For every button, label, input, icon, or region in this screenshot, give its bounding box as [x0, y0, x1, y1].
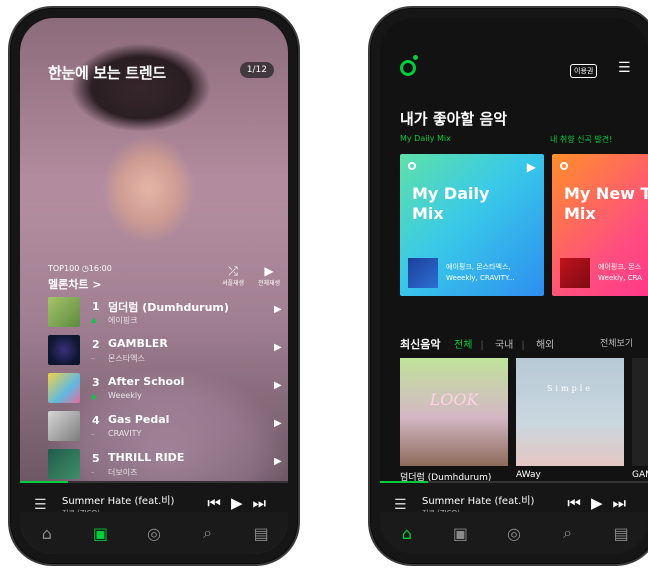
- podcast-icon[interactable]: ◎: [142, 524, 166, 543]
- playlist-icon[interactable]: ☰: [34, 497, 47, 513]
- album-cover[interactable]: LOOK: [400, 358, 508, 466]
- song-title: Gas Pedal: [108, 413, 170, 426]
- melon-logo-icon: [408, 162, 416, 170]
- artist-name: CRAVITY: [108, 429, 142, 438]
- previous-icon[interactable]: ⏮: [567, 494, 591, 512]
- rank-number: 2: [92, 338, 100, 351]
- play-icon: ▶: [264, 264, 274, 278]
- album-thumb: [48, 297, 80, 327]
- shuffle-button[interactable]: ⤮ 셔플재생: [216, 264, 250, 287]
- rank-number: 5: [92, 452, 100, 465]
- artist-name: 에이핑크: [108, 316, 138, 325]
- genre-tabs: 전체 | 국내 | 해외: [454, 340, 555, 351]
- next-icon[interactable]: ⏭: [252, 494, 276, 512]
- play-icon[interactable]: ▶: [274, 456, 282, 467]
- play-icon[interactable]: ▶: [274, 304, 282, 315]
- play-icon[interactable]: ▶: [231, 494, 253, 512]
- home-icon[interactable]: ⌂: [395, 524, 419, 543]
- section-heading: 내가 좋아할 음악: [400, 110, 508, 128]
- pass-button[interactable]: 이용권: [570, 64, 598, 78]
- chart-row[interactable]: 2 – GAMBLER 몬스타엑스 ▶: [46, 332, 288, 370]
- new-taste-label: 내 취향 신곡 발견!: [550, 135, 613, 144]
- chart-row[interactable]: 3 ▲ After School Weeekly ▶: [46, 370, 288, 408]
- tab-all[interactable]: 전체: [454, 340, 472, 351]
- album-thumb: [48, 411, 80, 441]
- album-title: AWay: [516, 470, 541, 480]
- menu-icon[interactable]: ☰: [618, 60, 631, 76]
- playlist-icon[interactable]: ☰: [394, 497, 407, 513]
- daily-mix-label: My Daily Mix: [400, 134, 451, 143]
- chart-list: 1 ▲ 덤더럼 (Dumhdurum) 에이핑크 ▶ 2 – GAMBLER 몬…: [46, 294, 288, 484]
- see-all-link[interactable]: 전체보기: [600, 336, 633, 349]
- previous-icon[interactable]: ⏮: [207, 494, 231, 512]
- trend-indicator: ▲: [91, 316, 97, 324]
- rank-number: 1: [92, 300, 100, 313]
- album-title: GAM: [632, 470, 648, 480]
- rank-number: 3: [92, 376, 100, 389]
- tab-domestic[interactable]: 국내: [495, 340, 513, 351]
- trend-indicator: –: [91, 430, 95, 438]
- player-controls: ⏮▶⏭: [207, 494, 276, 512]
- artist-name: Weeekly: [108, 391, 142, 400]
- trend-indicator: ▲: [91, 392, 97, 400]
- play-icon[interactable]: ▶: [591, 494, 613, 512]
- player-song-title: Summer Hate (feat.비): [62, 496, 175, 507]
- shuffle-icon: ⤮: [228, 264, 238, 278]
- tab-foreign[interactable]: 해외: [536, 340, 554, 351]
- left-screen: 한눈에 보는 트렌드 1/12 TOP100 ◷16:00 멜론차트 > ⤮ 셔…: [20, 18, 288, 554]
- song-title: THRILL RIDE: [108, 451, 185, 464]
- latest-music-heading: 최신음악: [400, 338, 441, 351]
- album-cover[interactable]: Simple: [516, 358, 624, 466]
- bottom-nav: ⌂ ▣ ◎ ⌕ ▤: [380, 512, 648, 554]
- right-phone: 이용권 ☰ 내가 좋아할 음악 My Daily Mix 내 취향 신곡 발견!…: [368, 6, 648, 566]
- left-phone: 한눈에 보는 트렌드 1/12 TOP100 ◷16:00 멜론차트 > ⤮ 셔…: [8, 6, 300, 566]
- next-icon[interactable]: ⏭: [612, 494, 636, 512]
- melon-logo-icon: [560, 162, 568, 170]
- song-title: 덤더럼 (Dumhdurum): [108, 301, 229, 314]
- page-indicator: 1/12: [239, 62, 274, 78]
- play-icon[interactable]: ▶: [274, 380, 282, 391]
- podcast-icon[interactable]: ◎: [502, 524, 526, 543]
- right-screen: 이용권 ☰ 내가 좋아할 음악 My Daily Mix 내 취향 신곡 발견!…: [380, 18, 648, 554]
- chart-row[interactable]: 5 – THRILL RIDE 더보이즈 ▶: [46, 446, 288, 484]
- player-song-title: Summer Hate (feat.비): [422, 496, 535, 507]
- album-thumb: [48, 449, 80, 479]
- new-track-mix-card[interactable]: My New TrMix 에이핑크, 몬스 Weekly, CRA: [552, 154, 648, 296]
- chart-meta: TOP100 ◷16:00: [48, 264, 112, 273]
- melon-logo-icon[interactable]: [400, 55, 418, 76]
- album-thumb: [48, 335, 80, 365]
- daily-mix-card[interactable]: ▶ My Daily Mix 에이핑크, 몬스타엑스, Weeekly, CRAV…: [400, 154, 544, 296]
- play-icon[interactable]: ▶: [274, 418, 282, 429]
- library-icon[interactable]: ▤: [609, 524, 633, 543]
- music-note-icon[interactable]: ▣: [448, 524, 472, 543]
- bottom-nav: ⌂ ▣ ◎ ⌕ ▤: [20, 512, 288, 554]
- song-title: GAMBLER: [108, 337, 168, 350]
- album-thumb: [48, 373, 80, 403]
- play-icon[interactable]: ▶: [274, 342, 282, 353]
- album-thumb: [560, 258, 590, 288]
- play-icon[interactable]: ▶: [527, 160, 536, 174]
- search-icon[interactable]: ⌕: [556, 523, 580, 543]
- chart-row[interactable]: 4 – Gas Pedal CRAVITY ▶: [46, 408, 288, 446]
- album-cover[interactable]: [632, 358, 648, 466]
- trend-title: 한눈에 보는 트렌드: [48, 64, 166, 82]
- trend-indicator: –: [91, 354, 95, 362]
- song-title: After School: [108, 375, 185, 388]
- search-icon[interactable]: ⌕: [196, 523, 220, 543]
- artist-name: 몬스타엑스: [108, 354, 145, 363]
- player-controls: ⏮▶⏭: [567, 494, 636, 512]
- music-note-icon[interactable]: ▣: [88, 524, 112, 543]
- library-icon[interactable]: ▤: [249, 524, 273, 543]
- trend-indicator: –: [91, 468, 95, 476]
- home-icon[interactable]: ⌂: [35, 524, 59, 543]
- melon-chart-link[interactable]: 멜론차트 >: [48, 276, 102, 292]
- play-all-button[interactable]: ▶ 전체재생: [252, 264, 286, 287]
- artist-name: 더보이즈: [108, 468, 138, 477]
- chart-row[interactable]: 1 ▲ 덤더럼 (Dumhdurum) 에이핑크 ▶: [46, 294, 288, 332]
- album-thumb: [408, 258, 438, 288]
- rank-number: 4: [92, 414, 100, 427]
